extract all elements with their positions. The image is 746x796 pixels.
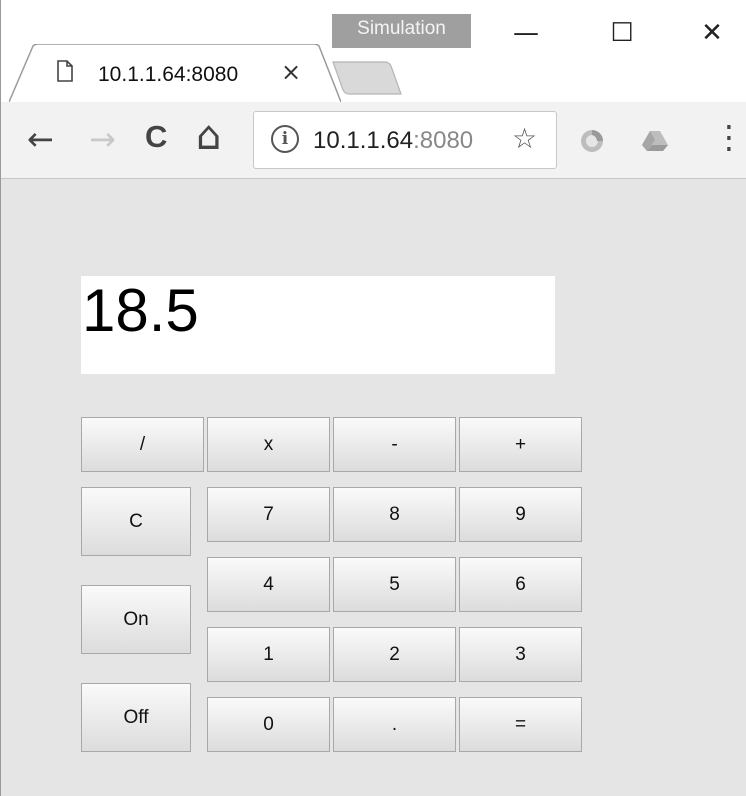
tab-title: 10.1.1.64:8080 bbox=[98, 63, 239, 86]
digit-0-button[interactable]: 0 bbox=[207, 697, 330, 752]
new-tab-button[interactable] bbox=[331, 60, 403, 96]
subtract-button[interactable]: - bbox=[333, 417, 456, 472]
address-port: :8080 bbox=[413, 127, 474, 154]
address-bar[interactable]: i 10.1.1.64:8080 ☆ bbox=[253, 111, 557, 169]
digit-2-button[interactable]: 2 bbox=[333, 627, 456, 682]
on-button[interactable]: On bbox=[81, 585, 191, 654]
divide-button[interactable]: / bbox=[81, 417, 204, 472]
address-text[interactable]: 10.1.1.64:8080 bbox=[313, 127, 473, 155]
chrome-extension-icon[interactable] bbox=[579, 128, 605, 154]
page-content: 18.5 / x - + C On Off 7 8 9 4 5 6 1 2 3 … bbox=[1, 179, 746, 796]
simulation-badge: Simulation bbox=[332, 14, 471, 48]
info-icon[interactable]: i bbox=[271, 125, 299, 153]
digit-1-button[interactable]: 1 bbox=[207, 627, 330, 682]
home-icon[interactable]: ⌂ bbox=[196, 113, 221, 159]
maximize-button[interactable]: ☐ bbox=[599, 10, 645, 56]
bookmark-star-icon[interactable]: ☆ bbox=[512, 122, 537, 155]
browser-toolbar: ← → C ⌂ i 10.1.1.64:8080 ☆ ⋮ bbox=[1, 102, 746, 179]
multiply-button[interactable]: x bbox=[207, 417, 330, 472]
drive-icon[interactable] bbox=[641, 130, 669, 152]
equals-button[interactable]: = bbox=[459, 697, 582, 752]
off-button[interactable]: Off bbox=[81, 683, 191, 752]
browser-window: Simulation — ☐ ✕ 10.1.1.64:8080 × ← → C … bbox=[0, 0, 746, 796]
digit-3-button[interactable]: 3 bbox=[459, 627, 582, 682]
clear-button[interactable]: C bbox=[81, 487, 191, 556]
digit-8-button[interactable]: 8 bbox=[333, 487, 456, 542]
back-arrow-icon[interactable]: ← bbox=[27, 120, 54, 158]
close-window-button[interactable]: ✕ bbox=[689, 10, 735, 56]
forward-arrow-icon[interactable]: → bbox=[89, 120, 116, 158]
digit-6-button[interactable]: 6 bbox=[459, 557, 582, 612]
add-button[interactable]: + bbox=[459, 417, 582, 472]
document-icon bbox=[57, 60, 73, 82]
decimal-point-button[interactable]: . bbox=[333, 697, 456, 752]
tab-close-icon[interactable]: × bbox=[281, 58, 301, 86]
digit-9-button[interactable]: 9 bbox=[459, 487, 582, 542]
reload-icon[interactable]: C bbox=[145, 119, 167, 155]
minimize-button[interactable]: — bbox=[503, 10, 549, 56]
address-host: 10.1.1.64 bbox=[313, 127, 414, 154]
digit-4-button[interactable]: 4 bbox=[207, 557, 330, 612]
digit-7-button[interactable]: 7 bbox=[207, 487, 330, 542]
menu-icon[interactable]: ⋮ bbox=[713, 118, 745, 156]
digit-5-button[interactable]: 5 bbox=[333, 557, 456, 612]
tab-strip: Simulation — ☐ ✕ 10.1.1.64:8080 × bbox=[1, 0, 746, 102]
calculator-display: 18.5 bbox=[81, 276, 555, 374]
